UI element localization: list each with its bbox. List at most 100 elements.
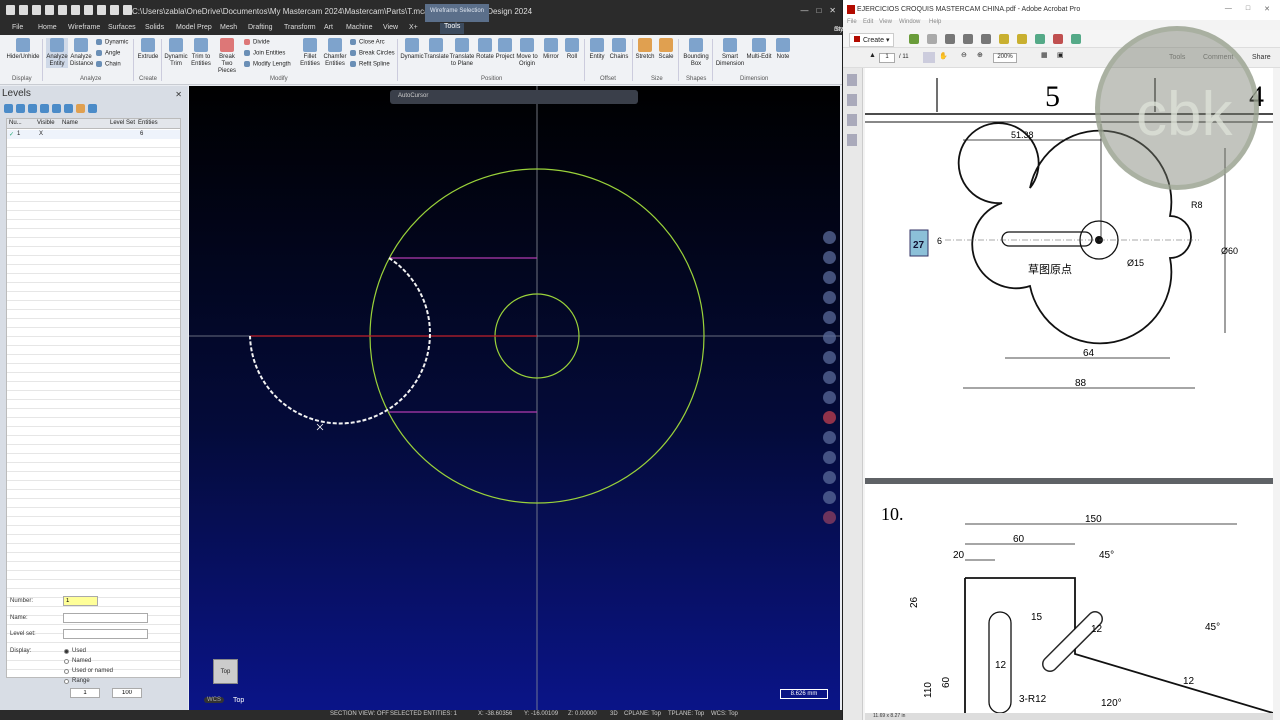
project-button[interactable]: Project [495, 38, 515, 61]
selected-arc[interactable] [249, 257, 431, 425]
extrude-button[interactable]: Extrude [137, 38, 159, 61]
minimize-icon[interactable]: — [800, 6, 808, 15]
range-to-input[interactable] [112, 688, 142, 698]
save-icon[interactable] [32, 5, 41, 15]
add-level-icon[interactable] [4, 104, 13, 113]
menu-view[interactable]: View [879, 19, 892, 25]
settings-icon[interactable] [981, 34, 991, 44]
open-icon[interactable] [909, 34, 919, 44]
chamfer-entities-button[interactable]: Chamfer Entities [322, 38, 348, 68]
tab-tools[interactable]: Tools [440, 23, 465, 34]
tab-view[interactable]: View [383, 24, 398, 31]
arc-icon[interactable] [823, 291, 836, 304]
tab-art[interactable]: Art [324, 24, 333, 31]
level-set-input[interactable] [63, 629, 148, 639]
analyze-entity-button[interactable]: Analyze Entity [46, 38, 68, 68]
print-icon[interactable] [58, 5, 67, 15]
display-used-or-named-radio[interactable]: Used or named [64, 668, 113, 674]
offset-chains-button[interactable]: Chains [608, 38, 630, 61]
redo-icon[interactable] [123, 5, 132, 15]
attachments-icon[interactable] [847, 114, 857, 126]
find-level-icon[interactable] [16, 104, 25, 113]
share-tab[interactable]: Share [1252, 54, 1271, 61]
mirror-icon[interactable] [823, 451, 836, 464]
share-icon[interactable] [1071, 34, 1081, 44]
geometry-canvas[interactable] [189, 86, 840, 710]
polygon-icon[interactable] [823, 371, 836, 384]
signatures-icon[interactable] [847, 134, 857, 146]
mirror-button[interactable]: Mirror [540, 38, 562, 61]
menu-help[interactable]: Help [929, 19, 941, 25]
autocursor-toolbar[interactable]: AutoCursor [390, 90, 638, 104]
export-icon[interactable] [97, 5, 106, 15]
all-off-icon[interactable] [52, 104, 61, 113]
import-icon[interactable] [84, 5, 93, 15]
tab-solids[interactable]: Solids [145, 24, 164, 31]
dynamic-position-button[interactable]: Dynamic [400, 38, 424, 61]
divide-button[interactable]: Divide [244, 39, 270, 47]
translate-to-plane-button[interactable]: Translate to Plane [448, 38, 476, 68]
undo-icon[interactable] [110, 5, 119, 15]
tplane-status[interactable]: TPLANE: Top [668, 711, 704, 717]
offset-entity-button[interactable]: Entity [587, 38, 607, 61]
minimize-icon[interactable]: — [1225, 5, 1232, 13]
display-named-radio[interactable]: Named [64, 658, 91, 664]
rectangle-icon[interactable] [823, 351, 836, 364]
trim-to-entities-button[interactable]: Trim to Entities [189, 38, 213, 68]
mode-toggle[interactable]: 3D [610, 711, 618, 717]
display-range-radio[interactable]: Range [64, 678, 90, 684]
fillet-entities-button[interactable]: Fillet Entities [298, 38, 322, 68]
stretch-button[interactable]: Stretch [634, 38, 656, 61]
tab-surfaces[interactable]: Surfaces [108, 24, 136, 31]
close-icon[interactable]: ✕ [175, 90, 182, 99]
stop-icon[interactable] [823, 511, 836, 524]
rotate-button[interactable]: Rotate [475, 38, 495, 61]
range-from-input[interactable] [70, 688, 100, 698]
help-icon[interactable] [88, 104, 97, 113]
join-entities-button[interactable]: Join Entities [244, 50, 285, 58]
tab-model-prep[interactable]: Model Prep [176, 24, 212, 31]
section-view-status[interactable]: SECTION VIEW: OFF [330, 711, 389, 717]
table-row[interactable]: ✓ 1 X 6 [7, 130, 180, 139]
column-header[interactable]: Level Set [110, 120, 135, 126]
roll-button[interactable]: Roll [562, 38, 582, 61]
close-icon[interactable]: ✕ [1264, 5, 1270, 13]
tab-wireframe[interactable]: Wireframe [68, 24, 100, 31]
display-used-radio[interactable]: Used [64, 648, 86, 654]
cplane-status[interactable]: CPLANE: Top [624, 711, 661, 717]
translate-icon[interactable] [823, 491, 836, 504]
trim-icon[interactable] [823, 391, 836, 404]
tab-mesh[interactable]: Mesh [220, 24, 237, 31]
tab-x-plus[interactable]: X+ [409, 24, 418, 31]
note-button[interactable]: Note [773, 38, 793, 61]
tab-file[interactable]: File [12, 24, 23, 31]
full-screen-icon[interactable]: ▣ [1057, 51, 1064, 59]
save-as-icon[interactable] [45, 5, 54, 15]
level-visible[interactable]: X [39, 131, 43, 137]
break-two-pieces-button[interactable]: Break Two Pieces [214, 38, 240, 75]
tab-home[interactable]: Home [38, 24, 57, 31]
rotate-icon[interactable] [823, 471, 836, 484]
level-number-input[interactable] [63, 596, 98, 606]
email-icon[interactable] [963, 34, 973, 44]
fit-page-icon[interactable]: ▦ [1041, 51, 1048, 59]
save-icon[interactable] [927, 34, 937, 44]
create-button[interactable]: Create ▾ [849, 33, 895, 47]
modify-length-button[interactable]: Modify Length [244, 61, 291, 69]
translate-button[interactable]: Translate [424, 38, 449, 61]
zoom-in-icon[interactable]: ⊕ [977, 51, 983, 59]
hand-tool-icon[interactable]: ✋ [939, 52, 948, 60]
view-cube[interactable]: Top [213, 659, 238, 684]
select-tool-icon[interactable] [923, 52, 935, 63]
bookmarks-icon[interactable] [847, 94, 857, 106]
wcs-chip[interactable]: WCS [204, 697, 224, 703]
line-icon[interactable] [823, 251, 836, 264]
move-to-origin-button[interactable]: Move to Origin [515, 38, 539, 68]
bounding-box-button[interactable]: Bounding Box [682, 38, 710, 68]
menu-window[interactable]: Window [899, 19, 920, 25]
wcs-status[interactable]: WCS: Top [711, 711, 738, 717]
break-circles-button[interactable]: Break Circles [350, 50, 395, 58]
column-header[interactable]: Visible [37, 120, 55, 126]
graphics-viewport[interactable]: AutoCursor Top WCS Top 8.626 mm [189, 86, 840, 710]
options-icon[interactable] [76, 104, 85, 113]
